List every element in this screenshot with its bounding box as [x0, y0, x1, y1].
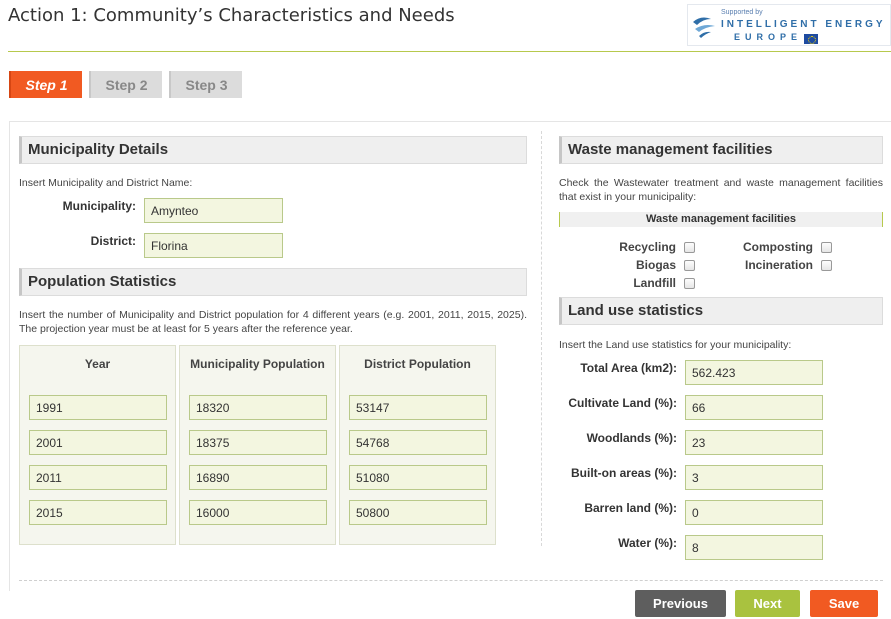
logo-line2: EUROPE [734, 32, 803, 42]
year-input-2[interactable] [29, 430, 167, 455]
woodlands-input[interactable] [685, 430, 823, 455]
landfill-checkbox[interactable] [684, 278, 695, 289]
water-input[interactable] [685, 535, 823, 560]
land-use-header: Land use statistics [559, 297, 883, 325]
municipality-input[interactable] [144, 198, 283, 223]
composting-label: Composting [743, 240, 813, 254]
biogas-label: Biogas [635, 258, 676, 272]
supported-by-text: Supported by [721, 9, 763, 16]
logo-line1: INTELLIGENT ENERGY [721, 19, 886, 30]
footer-divider [19, 580, 883, 581]
column-divider [541, 131, 542, 546]
district-label: District: [90, 234, 136, 248]
title-divider [8, 51, 891, 52]
recycling-checkbox[interactable] [684, 242, 695, 253]
incineration-label: Incineration [744, 258, 813, 272]
built-on-areas-label: Built-on areas (%): [570, 466, 677, 480]
composting-checkbox[interactable] [821, 242, 832, 253]
save-button[interactable]: Save [810, 590, 878, 617]
district-population-header: District Population [364, 357, 471, 371]
district-population-input-3[interactable] [349, 465, 487, 490]
tab-step-2[interactable]: Step 2 [89, 71, 162, 98]
district-population-input-1[interactable] [349, 395, 487, 420]
barren-land-input[interactable] [685, 500, 823, 525]
municipality-details-header: Municipality Details [19, 136, 527, 164]
year-input-3[interactable] [29, 465, 167, 490]
municipality-population-input-2[interactable] [189, 430, 327, 455]
year-input-4[interactable] [29, 500, 167, 525]
landfill-label: Landfill [633, 276, 676, 290]
waste-management-subheader: Waste management facilities [559, 212, 883, 227]
built-on-areas-input[interactable] [685, 465, 823, 490]
municipality-population-input-4[interactable] [189, 500, 327, 525]
page-title: Action 1: Community’s Characteristics an… [8, 5, 455, 26]
year-column-header: Year [84, 357, 111, 371]
total-area-label: Total Area (km2): [580, 361, 677, 375]
eu-flag-icon [804, 34, 818, 44]
district-population-input-4[interactable] [349, 500, 487, 525]
district-population-input-2[interactable] [349, 430, 487, 455]
district-input[interactable] [144, 233, 283, 258]
year-input-1[interactable] [29, 395, 167, 420]
municipality-population-input-3[interactable] [189, 465, 327, 490]
waste-management-header: Waste management facilities [559, 136, 883, 164]
next-button[interactable]: Next [735, 590, 800, 617]
barren-land-label: Barren land (%): [584, 501, 677, 515]
cultivate-land-label: Cultivate Land (%): [568, 396, 677, 410]
logo-swirl-icon [693, 17, 715, 38]
municipality-hint: Insert Municipality and District Name: [19, 177, 193, 189]
intelligent-energy-europe-logo: Supported by INTELLIGENT ENERGY EUROPE [687, 4, 891, 46]
municipality-label: Municipality: [62, 199, 136, 213]
population-statistics-header: Population Statistics [19, 268, 527, 296]
municipality-population-header: Municipality Population [190, 357, 325, 371]
content-divider [9, 121, 891, 122]
municipality-population-input-1[interactable] [189, 395, 327, 420]
step-tabs: Step 1 Step 2 Step 3 [9, 71, 242, 98]
cultivate-land-input[interactable] [685, 395, 823, 420]
tab-step-1[interactable]: Step 1 [9, 71, 82, 98]
land-use-hint: Insert the Land use statistics for your … [559, 339, 792, 351]
total-area-input[interactable] [685, 360, 823, 385]
biogas-checkbox[interactable] [684, 260, 695, 271]
tab-step-3[interactable]: Step 3 [169, 71, 242, 98]
previous-button[interactable]: Previous [635, 590, 726, 617]
population-hint: Insert the number of Municipality and Di… [19, 309, 527, 335]
content-left-border [9, 121, 10, 591]
woodlands-label: Woodlands (%): [586, 431, 677, 445]
incineration-checkbox[interactable] [821, 260, 832, 271]
waste-management-hint: Check the Wastewater treatment and waste… [559, 177, 883, 203]
water-label: Water (%): [618, 536, 677, 550]
recycling-label: Recycling [619, 240, 676, 254]
